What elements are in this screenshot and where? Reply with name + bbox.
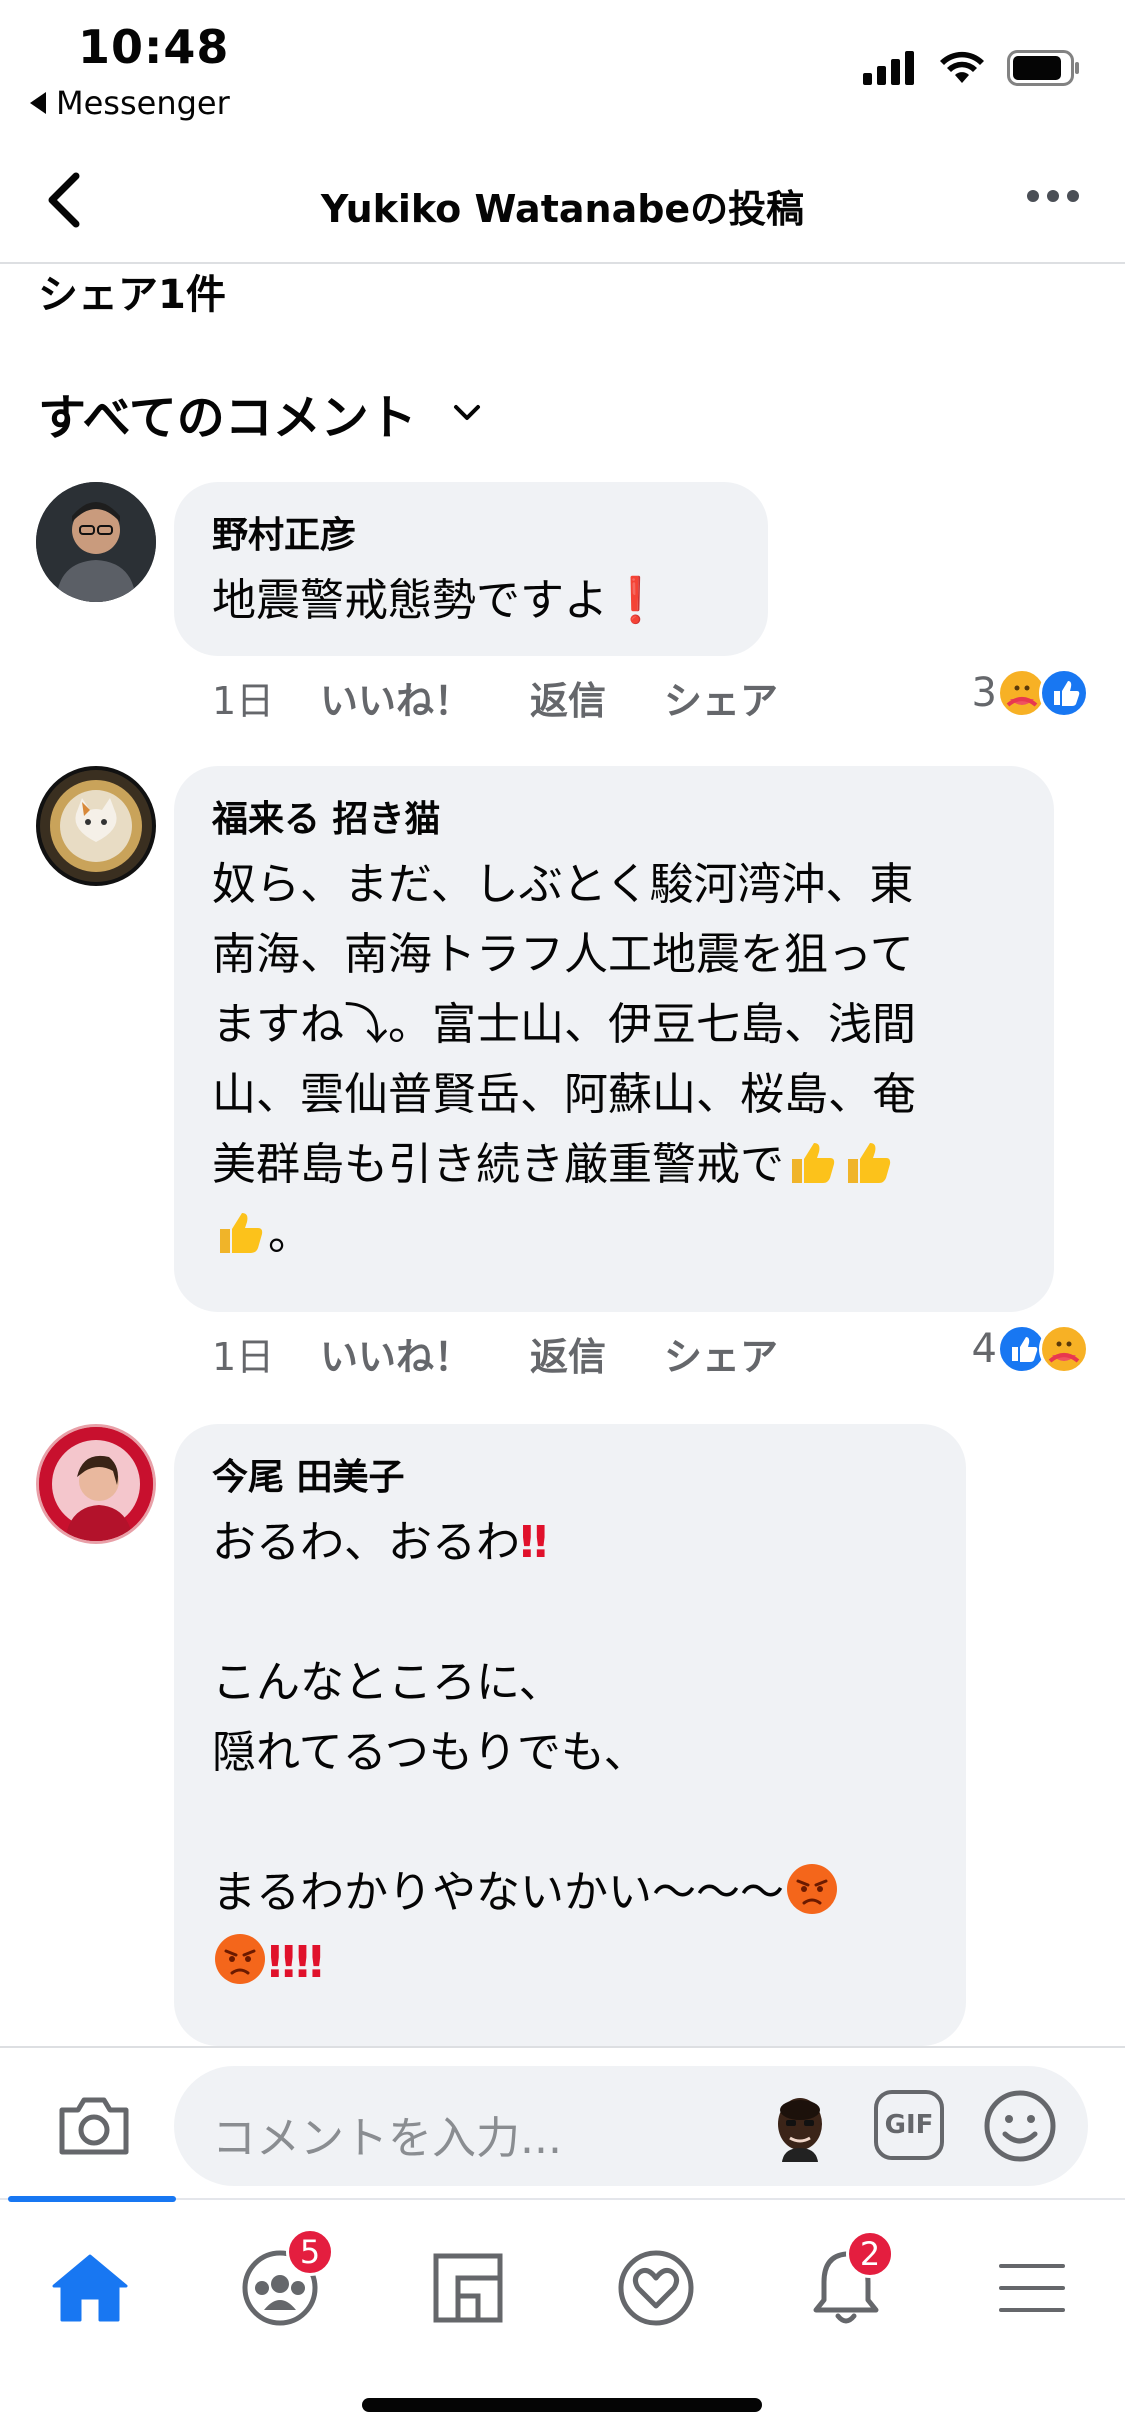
comment-bubble[interactable]: 福来る 招き猫 奴ら、まだ、しぶとく駿河湾沖、東 南海、南海トラフ人工地震を狙っ… xyxy=(174,766,1054,1312)
active-tab-indicator xyxy=(8,2196,176,2202)
reply-button[interactable]: 返信 xyxy=(530,670,606,725)
back-to-app-link[interactable]: Messenger xyxy=(30,84,230,122)
dating-tab[interactable] xyxy=(606,2238,706,2338)
notifications-badge: 2 xyxy=(846,2230,894,2278)
reply-button[interactable]: 返信 xyxy=(530,1326,606,1381)
more-dots-icon xyxy=(1027,190,1039,202)
back-triangle-icon xyxy=(30,92,46,114)
avatar-sticker-button[interactable] xyxy=(764,2090,836,2162)
groups-tab[interactable]: 5 xyxy=(230,2228,334,2338)
home-indicator[interactable] xyxy=(362,2398,762,2412)
comments-filter-dropdown[interactable]: すべてのコメント xyxy=(38,378,481,448)
status-time: 10:48 xyxy=(78,20,230,74)
angry-face-emoji-icon xyxy=(215,1934,265,1984)
share-button[interactable]: シェア xyxy=(664,1326,778,1381)
more-options-button[interactable] xyxy=(1027,190,1079,202)
comments-filter-label: すべてのコメント xyxy=(38,390,417,446)
avatar-photo xyxy=(40,770,152,882)
feeds-icon xyxy=(433,2253,503,2323)
groups-badge: 5 xyxy=(286,2228,334,2276)
like-button[interactable]: いいね！ xyxy=(320,1326,472,1381)
double-exclamation-emoji-icon: ‼ xyxy=(520,1517,548,1568)
home-tab[interactable] xyxy=(40,2238,140,2338)
emoji-button[interactable] xyxy=(982,2088,1058,2168)
gif-button[interactable]: GIF xyxy=(874,2090,944,2160)
reaction-summary[interactable]: 3 xyxy=(972,668,1089,718)
comment-text: 奴ら、まだ、しぶとく駿河湾沖、東 南海、南海トラフ人工地震を狙って ますね⤵︎。… xyxy=(212,859,916,1260)
wifi-icon xyxy=(940,51,984,83)
comment-actions: 1日 いいね！ 返信 シェア xyxy=(212,1326,836,1381)
comment-author[interactable]: 福来る 招き猫 xyxy=(212,790,1016,842)
heart-circle-icon xyxy=(618,2250,694,2326)
avatar[interactable] xyxy=(36,766,156,886)
thumbs-up-emoji-icon xyxy=(792,1143,835,1183)
comment-author[interactable]: 今尾 田美子 xyxy=(212,1448,928,1500)
post-header: Yukiko Watanabeの投稿 xyxy=(0,140,1125,264)
avatar[interactable] xyxy=(36,1424,156,1544)
avatar-photo xyxy=(39,1427,153,1541)
signal-icon xyxy=(863,51,914,85)
comment-bubble[interactable]: 今尾 田美子 おるわ、おるわ‼ こんなところに、 隠れてるつもりでも、 まるわか… xyxy=(174,1424,966,2046)
camera-button[interactable] xyxy=(56,2094,132,2162)
notifications-tab[interactable]: 2 xyxy=(796,2230,896,2338)
comment-author[interactable]: 野村正彦 xyxy=(212,506,730,558)
comment-bubble[interactable]: 野村正彦 地震警戒態勢ですよ❗ xyxy=(174,482,768,656)
comment-input[interactable]: コメントを入力... GIF xyxy=(174,2066,1088,2186)
like-button[interactable]: いいね！ xyxy=(320,670,472,725)
comment-age: 1日 xyxy=(212,1335,275,1379)
comment-age: 1日 xyxy=(212,679,275,723)
smiley-icon xyxy=(984,2090,1056,2162)
comment-input-placeholder: コメントを入力... xyxy=(212,2113,562,2164)
double-exclamation-emoji-icon: ‼‼ xyxy=(268,1937,324,1988)
angry-face-emoji-icon xyxy=(787,1864,837,1914)
reaction-count: 4 xyxy=(971,1326,997,1372)
avatar-photo xyxy=(36,482,156,602)
avatar[interactable] xyxy=(36,482,156,602)
thumbs-up-emoji-icon xyxy=(848,1143,891,1183)
comment-actions: 1日 いいね！ 返信 シェア xyxy=(212,670,836,725)
camera-icon xyxy=(59,2097,129,2155)
share-count-link[interactable]: シェア1件 xyxy=(38,262,226,320)
thumbs-up-emoji-icon xyxy=(220,1213,263,1253)
battery-icon xyxy=(1007,50,1079,86)
comment-text: おるわ、おるわ‼ こんなところに、 隠れてるつもりでも、 まるわかりやないかい〜… xyxy=(212,1508,928,1998)
reaction-summary[interactable]: 4 xyxy=(972,1324,1089,1374)
system-icons xyxy=(863,50,1081,86)
back-app-label: Messenger xyxy=(56,84,230,122)
care-reaction-icon xyxy=(1039,1324,1089,1374)
like-reaction-icon xyxy=(1039,668,1089,718)
menu-tab[interactable] xyxy=(982,2238,1082,2338)
share-button[interactable]: シェア xyxy=(664,670,778,725)
page-title: Yukiko Watanabeの投稿 xyxy=(320,187,805,231)
comment-composer: コメントを入力... GIF xyxy=(0,2046,1125,2198)
status-bar: 10:48 Messenger xyxy=(0,0,1125,130)
hamburger-menu-icon xyxy=(999,2264,1065,2312)
exclamation-emoji-icon: ❗ xyxy=(608,575,663,626)
home-icon xyxy=(52,2254,128,2322)
comment-text: 地震警戒態勢ですよ❗ xyxy=(212,575,663,626)
chevron-down-icon xyxy=(453,405,480,420)
reaction-count: 3 xyxy=(971,670,997,716)
feeds-tab[interactable] xyxy=(418,2238,518,2338)
